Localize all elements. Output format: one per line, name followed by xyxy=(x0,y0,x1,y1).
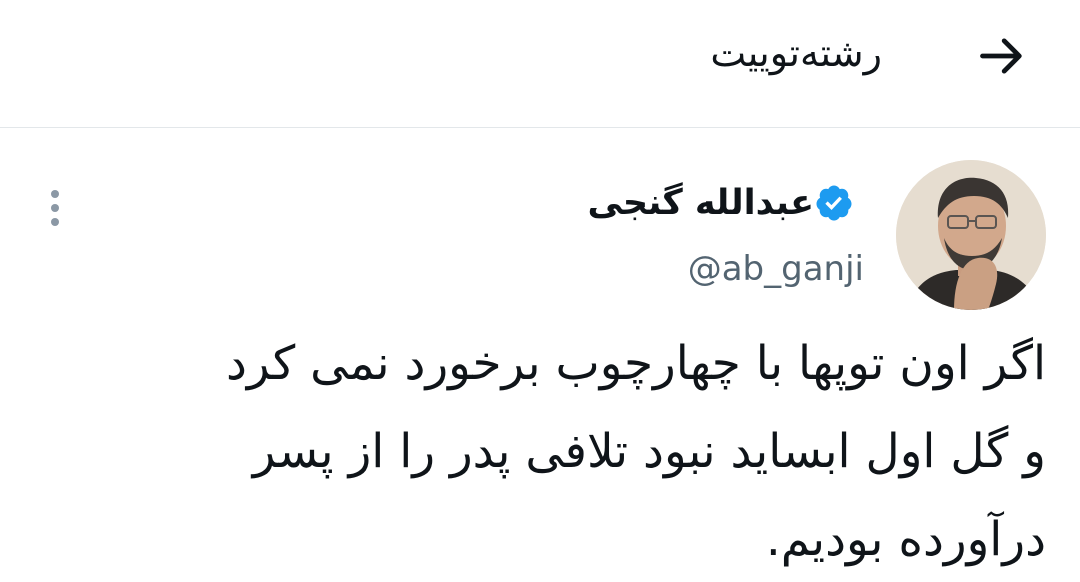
more-vertical-icon-dot xyxy=(51,204,59,212)
page-title: رشته‌توییت xyxy=(710,31,882,75)
more-options-button[interactable] xyxy=(38,184,72,232)
tweet-thread-page: رشته‌توییت عبدالله گنجی xyxy=(0,0,1080,582)
back-button[interactable] xyxy=(970,24,1034,88)
thread-header: رشته‌توییت xyxy=(0,0,1080,128)
author-name-row: عبدالله گنجی xyxy=(587,178,864,228)
author-display-name[interactable]: عبدالله گنجی xyxy=(587,178,814,228)
verified-badge-icon xyxy=(816,185,852,221)
arrow-right-icon xyxy=(980,38,1022,74)
author-photo xyxy=(896,160,1046,310)
author-handle[interactable]: @ab_ganji xyxy=(688,244,864,294)
more-vertical-icon-dot xyxy=(51,218,59,226)
avatar[interactable] xyxy=(896,160,1046,310)
more-vertical-icon-dot xyxy=(51,190,59,198)
tweet-text: اگر اون توپها با چهارچوب برخورد نمی کرد … xyxy=(226,336,1046,567)
